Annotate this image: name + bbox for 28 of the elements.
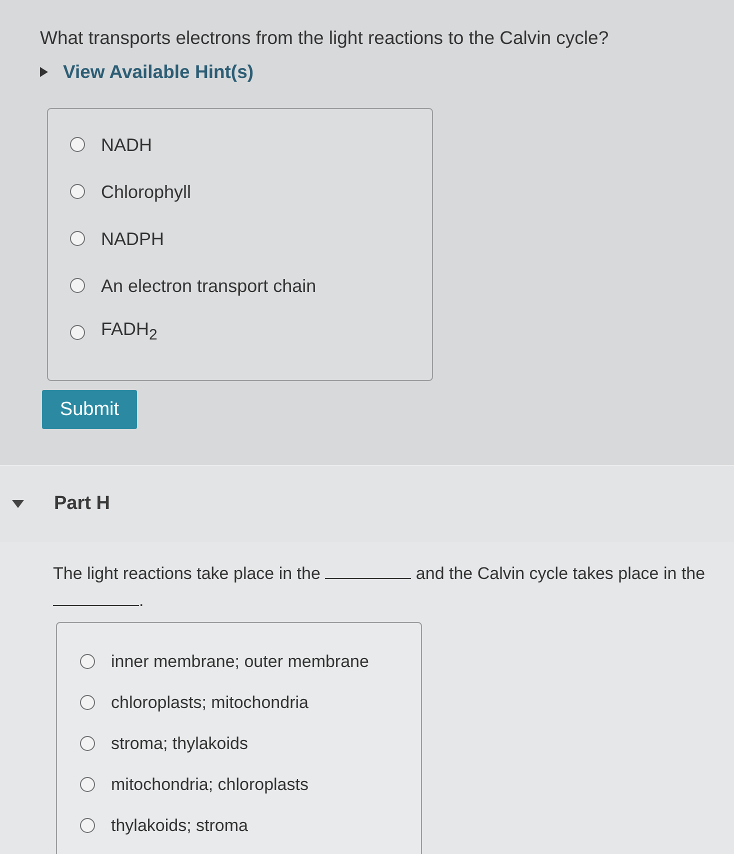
collapse-toggle[interactable] <box>12 500 24 508</box>
radio-button[interactable] <box>70 325 85 340</box>
radio-button[interactable] <box>70 184 85 199</box>
radio-button[interactable] <box>80 818 95 833</box>
radio-button[interactable] <box>80 736 95 751</box>
option-label[interactable]: stroma; thylakoids <box>111 732 248 754</box>
radio-button[interactable] <box>70 278 85 293</box>
option-label[interactable]: NADPH <box>101 228 164 250</box>
part-title: Part H <box>54 493 110 515</box>
option-label[interactable]: mitochondria; chloroplasts <box>111 774 308 796</box>
radio-button[interactable] <box>70 137 85 152</box>
hint-link[interactable]: View Available Hint(s) <box>40 61 254 83</box>
question-text: What transports electrons from the light reactions to the Calvin cycle? <box>40 26 610 49</box>
fill-in-sentence: The light reactions take place in the and the Calvin cycle takes place in the . <box>53 563 706 612</box>
option-label[interactable]: An electron transport chain <box>101 274 316 296</box>
radio-button[interactable] <box>80 695 95 710</box>
radio-button[interactable] <box>80 654 95 669</box>
option-label[interactable]: inner membrane; outer membrane <box>111 650 369 672</box>
option-label[interactable]: FADH$_{2}$ <box>101 318 158 347</box>
option-label[interactable]: chloroplasts; mitochondria <box>111 692 308 714</box>
triangle-icon <box>12 500 24 508</box>
radio-button[interactable] <box>70 231 85 246</box>
triangle-icon <box>40 67 48 77</box>
radio-button[interactable] <box>80 777 95 792</box>
submit-button[interactable]: Submit <box>42 390 137 429</box>
option-label[interactable]: thylakoids; stroma <box>111 814 248 836</box>
option-label[interactable]: Chlorophyll <box>101 180 192 202</box>
option-label[interactable]: NADH <box>101 134 152 156</box>
